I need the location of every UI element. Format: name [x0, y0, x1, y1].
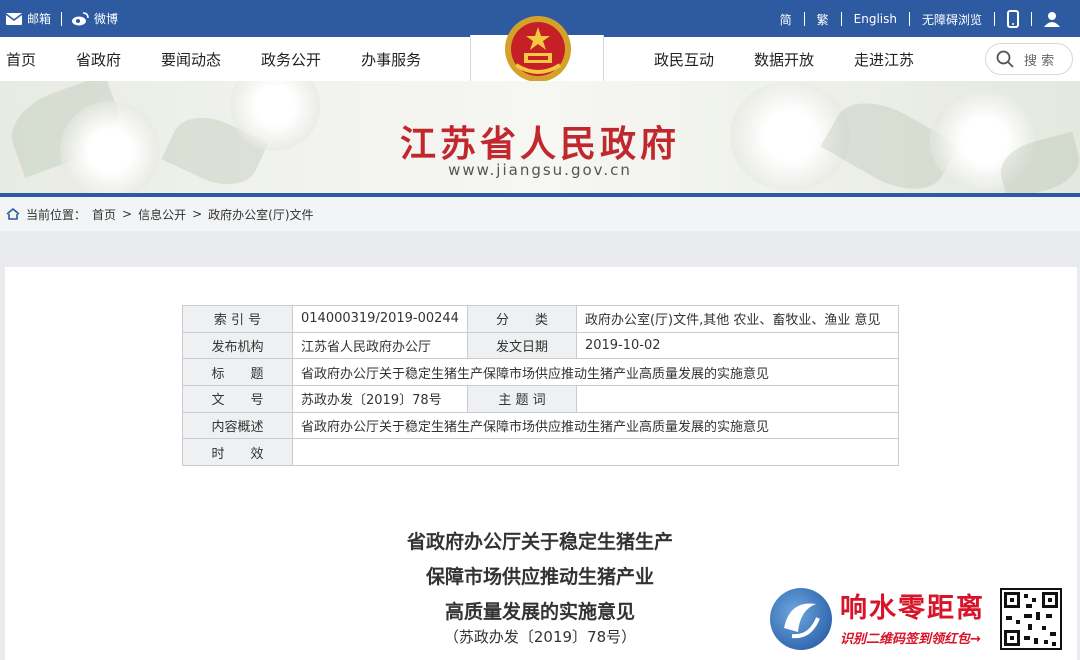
breadcrumb-item-info[interactable]: 信息公开 — [138, 206, 186, 223]
mobile-icon[interactable] — [1007, 10, 1019, 28]
mail-icon — [6, 12, 22, 25]
table-row: 索 引 号 014000319/2019-00244 分 类 政府办公室(厅)文… — [182, 305, 899, 333]
user-icon[interactable] — [1044, 11, 1060, 27]
weibo-icon — [72, 11, 89, 25]
qr-code-icon[interactable] — [1000, 588, 1062, 650]
date-label: 发文日期 — [466, 331, 577, 360]
validity-label: 时 效 — [182, 438, 293, 467]
breadcrumb-separator: > — [192, 207, 203, 221]
nav-item-province-gov[interactable]: 省政府 — [76, 49, 121, 70]
national-emblem-icon — [505, 16, 571, 82]
search-button[interactable]: 搜 索 — [985, 43, 1073, 75]
title-value: 省政府办公厅关于稳定生猪生产保障市场供应推动生猪产业高质量发展的实施意见 — [292, 358, 899, 387]
breadcrumb-item-home[interactable]: 首页 — [92, 206, 116, 223]
summary-label: 内容概述 — [182, 411, 293, 440]
table-row: 内容概述 省政府办公厅关于稳定生猪生产保障市场供应推动生猪产业高质量发展的实施意… — [182, 411, 899, 440]
mail-link[interactable]: 邮箱 — [6, 10, 51, 27]
summary-value: 省政府办公厅关于稳定生猪生产保障市场供应推动生猪产业高质量发展的实施意见 — [292, 411, 899, 440]
validity-value — [292, 438, 899, 467]
index-label: 索 引 号 — [182, 305, 293, 333]
table-row: 发布机构 江苏省人民政府办公厅 发文日期 2019-10-02 — [182, 331, 899, 360]
table-row: 文 号 苏政办发〔2019〕78号 主 题 词 — [182, 385, 899, 413]
watermark-name: 响水零距离 — [840, 593, 985, 624]
mail-label: 邮箱 — [27, 12, 52, 26]
title-label: 标 题 — [182, 358, 293, 387]
table-row: 标 题 省政府办公厅关于稳定生猪生产保障市场供应推动生猪产业高质量发展的实施意见 — [182, 358, 899, 387]
site-title: 江苏省人民政府 — [399, 123, 680, 165]
nav-item-interaction[interactable]: 政民互动 — [654, 49, 714, 70]
date-value: 2019-10-02 — [575, 331, 899, 360]
issuer-value: 江苏省人民政府办公厅 — [292, 331, 468, 360]
breadcrumb-prefix: 当前位置： — [26, 207, 87, 222]
subject-value — [575, 385, 899, 413]
issuer-label: 发布机构 — [182, 331, 293, 360]
nav-item-gov-affairs[interactable]: 政务公开 — [261, 49, 321, 70]
watermark-logo — [770, 588, 832, 650]
breadcrumb: 当前位置： 首页 > 信息公开 > 政府办公室(厅)文件 — [0, 197, 1080, 231]
table-row: 时 效 — [182, 438, 899, 467]
watermark-subtitle: 识别二维码签到领红包→ — [840, 632, 981, 647]
lang-traditional[interactable]: 繁 — [817, 11, 829, 28]
lang-simplified[interactable]: 简 — [780, 11, 792, 28]
main-nav: 首页 省政府 要闻动态 政务公开 办事服务 政民互动 数据开放 走进江苏 搜 索 — [0, 16, 1080, 119]
document-meta-table: 索 引 号 014000319/2019-00244 分 类 政府办公室(厅)文… — [182, 305, 899, 467]
weibo-link[interactable]: 微博 — [72, 10, 118, 27]
lang-english[interactable]: English — [854, 12, 897, 26]
subject-label: 主 题 词 — [466, 385, 577, 413]
nav-item-home[interactable]: 首页 — [6, 49, 36, 70]
docno-label: 文 号 — [182, 385, 293, 413]
nav-item-about-jiangsu[interactable]: 走进江苏 — [854, 49, 914, 70]
watermark-swirl-icon — [784, 603, 820, 639]
search-icon — [996, 50, 1014, 68]
nav-item-open-data[interactable]: 数据开放 — [754, 49, 814, 70]
docno-value: 苏政办发〔2019〕78号 — [292, 385, 468, 413]
site-url: www.jiangsu.gov.cn — [448, 161, 632, 179]
category-value: 政府办公室(厅)文件,其他 农业、畜牧业、渔业 意见 — [575, 305, 899, 333]
nav-item-services[interactable]: 办事服务 — [361, 49, 421, 70]
breadcrumb-item-docs[interactable]: 政府办公室(厅)文件 — [208, 206, 313, 223]
site-banner: 江苏省人民政府 www.jiangsu.gov.cn — [0, 81, 1080, 193]
nav-item-news[interactable]: 要闻动态 — [161, 49, 221, 70]
document-title-line: 省政府办公厅关于稳定生猪生产 — [406, 531, 673, 553]
category-label: 分 类 — [466, 305, 577, 333]
accessibility-link[interactable]: 无障碍浏览 — [922, 11, 982, 28]
breadcrumb-separator: > — [122, 207, 133, 221]
home-icon — [6, 208, 20, 220]
weibo-label: 微博 — [94, 12, 119, 26]
search-label: 搜 索 — [1024, 53, 1055, 69]
index-value: 014000319/2019-00244 — [292, 305, 468, 333]
